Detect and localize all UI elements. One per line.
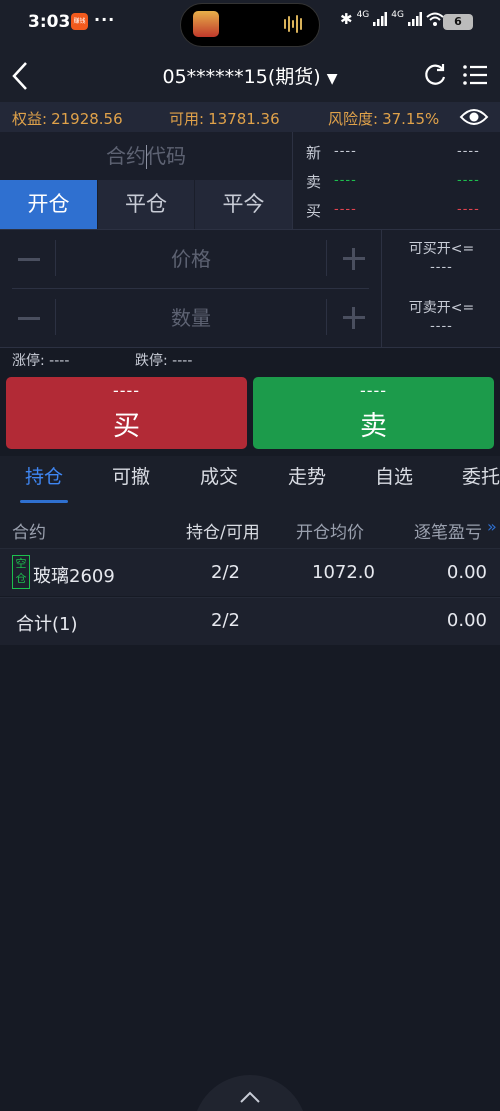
total-label: 合计(1) — [16, 614, 78, 635]
divider — [0, 229, 500, 230]
available-label: 可用: — [169, 110, 205, 128]
tab-bar — [0, 456, 500, 510]
audio-wave-icon — [284, 15, 302, 33]
price-decrease-button[interactable] — [18, 258, 40, 261]
signal-icon — [407, 12, 422, 26]
col-contract: 合约 — [12, 523, 46, 543]
tab-trades[interactable]: 成交 — [200, 462, 238, 489]
plus-icon — [352, 248, 355, 270]
divider — [326, 240, 327, 276]
col-hold-available: 持仓/可用 — [186, 518, 260, 543]
active-tab-indicator — [20, 500, 68, 503]
divider — [0, 347, 500, 348]
signal-icon — [373, 12, 388, 26]
equity: 权益: 21928.56 — [12, 108, 123, 129]
quantity-input[interactable] — [56, 290, 326, 346]
col-avg-open-price: 开仓均价 — [296, 523, 364, 543]
qty-increase-button[interactable] — [336, 299, 372, 335]
dropdown-icon: ▼ — [326, 71, 338, 87]
price-input[interactable] — [56, 231, 326, 287]
tab-open-position[interactable]: 开仓 — [0, 180, 97, 229]
available-funds: 可用: 13781.36 — [169, 108, 280, 129]
wifi-icon — [426, 12, 444, 26]
row-avg-price: 1072.0 — [312, 562, 375, 583]
network-label: 4G — [356, 10, 370, 20]
available-value: 13781.36 — [208, 110, 280, 128]
equity-label: 权益: — [12, 110, 48, 128]
battery-icon: 6 — [443, 14, 473, 30]
quote-latest-label: 新 — [306, 144, 322, 162]
col-trade-pnl: 逐笔盈亏 — [414, 523, 482, 543]
tab-positions[interactable]: 持仓 — [25, 462, 63, 489]
price-increase-button[interactable] — [336, 240, 372, 276]
quote-bid-price: ---- — [334, 202, 357, 217]
risk-ratio: 风险度: 37.15% — [328, 108, 439, 129]
system-icons: ✱ 4G 4G — [340, 10, 444, 28]
can-sell-value: ---- — [430, 319, 453, 334]
divider — [292, 132, 293, 229]
sell-label: 卖 — [360, 411, 387, 442]
buy-button[interactable]: ---- 买 — [6, 377, 247, 449]
limit-up-price: 涨停: ---- — [12, 353, 70, 369]
tab-watchlist[interactable]: 自选 — [375, 462, 413, 489]
row-hold: 2/2 — [211, 562, 240, 583]
account-title-text: 05******15(期货) — [162, 66, 321, 88]
quote-ask-label: 卖 — [306, 173, 322, 191]
position-tag: 空仓 — [12, 555, 30, 589]
tab-orders[interactable]: 委托 — [462, 462, 500, 489]
tab-cancellable[interactable]: 可撤 — [112, 462, 150, 489]
quote-ask-volume: ---- — [457, 173, 480, 188]
chevron-up-icon — [240, 1091, 260, 1103]
more-notifications-icon: ··· — [94, 10, 116, 29]
quote-bid-label: 买 — [306, 202, 322, 220]
bluetooth-icon: ✱ — [340, 10, 353, 28]
network-label: 4G — [391, 10, 404, 20]
row-pnl: 0.00 — [446, 562, 487, 583]
qty-decrease-button[interactable] — [18, 317, 40, 320]
buy-price: ---- — [112, 381, 141, 400]
risk-label: 风险度: — [328, 110, 379, 128]
can-buy-value: ---- — [430, 260, 453, 275]
divider — [326, 299, 327, 335]
scroll-right-icon[interactable]: » — [487, 517, 497, 536]
row-contract: 玻璃2609 — [33, 566, 115, 587]
quote-ask-price: ---- — [334, 173, 357, 188]
quote-bid-volume: ---- — [457, 202, 480, 217]
tab-close-today[interactable]: 平今 — [194, 180, 292, 229]
total-pnl: 0.00 — [446, 610, 487, 631]
status-time: 3:03 — [28, 12, 71, 32]
divider — [12, 288, 369, 289]
app-avatar-icon — [193, 11, 219, 37]
plus-icon — [352, 307, 355, 329]
text-cursor — [146, 145, 147, 169]
sell-button[interactable]: ---- 卖 — [253, 377, 494, 449]
tab-trend[interactable]: 走势 — [288, 462, 326, 489]
menu-icon[interactable] — [462, 62, 488, 88]
divider — [381, 229, 382, 347]
buy-label: 买 — [113, 411, 140, 442]
app-notification-icon: 赚钱 — [71, 13, 88, 30]
quote-latest-change: ---- — [457, 144, 480, 159]
quote-latest-price: ---- — [334, 144, 357, 159]
sell-price: ---- — [359, 381, 388, 400]
limit-down-price: 跌停: ---- — [135, 353, 193, 369]
equity-value: 21928.56 — [51, 110, 123, 128]
total-hold: 2/2 — [211, 610, 240, 631]
tab-close-position[interactable]: 平仓 — [97, 180, 194, 229]
eye-icon[interactable] — [459, 106, 489, 128]
can-buy-label: 可买开<= — [408, 241, 475, 257]
refresh-icon[interactable] — [422, 62, 448, 88]
can-sell-label: 可卖开<= — [408, 300, 475, 316]
risk-value: 37.15% — [382, 110, 440, 128]
col-hold-available-text: 持仓/可用 — [186, 523, 260, 543]
